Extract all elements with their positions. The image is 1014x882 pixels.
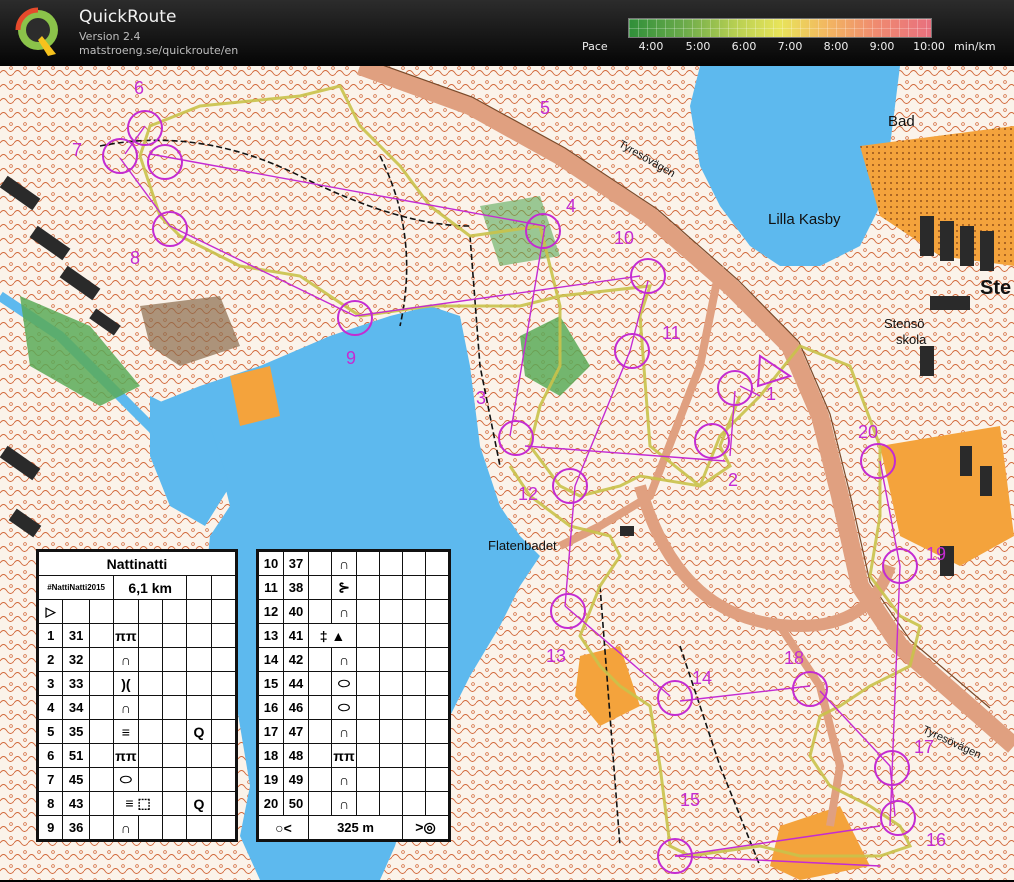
description-row: 9 36 ∩ — [37, 815, 237, 840]
svg-text:14: 14 — [692, 668, 712, 688]
description-row: 13 41 ‡ ▲ — [258, 623, 449, 648]
description-row: 6 51 ππ — [37, 743, 237, 768]
control-description-right: 10 37 ∩ 11 38 ⊱ 12 40 ∩ 13 41 ‡ ▲ 14 42 ∩ 15 44 ⬭ 16… — [256, 549, 451, 842]
start-symbol-icon: ▷ — [37, 599, 64, 624]
svg-text:9: 9 — [346, 348, 356, 368]
quickroute-logo-icon — [15, 7, 58, 56]
svg-text:3: 3 — [476, 388, 486, 408]
svg-text:2: 2 — [728, 470, 738, 490]
place-bad: Bad — [888, 113, 915, 130]
pace-tick: 4:00 — [638, 40, 664, 53]
description-row: 14 42 ∩ — [258, 647, 449, 672]
pace-tick: 7:00 — [777, 40, 803, 53]
place-lilla-kasby: Lilla Kasby — [768, 211, 841, 228]
app-name: QuickRoute — [79, 7, 177, 27]
svg-text:7: 7 — [72, 140, 82, 160]
description-row: 4 34 ∩ — [37, 695, 237, 720]
place-stenso: Stensö — [884, 316, 924, 331]
description-row: 10 37 ∩ — [258, 551, 449, 576]
description-row: 5 35 ≡ Q — [37, 719, 237, 744]
description-row: 15 44 ⬭ — [258, 671, 449, 696]
app-version: Version 2.4 — [79, 30, 141, 43]
svg-text:6: 6 — [134, 78, 144, 98]
description-row: 8 43 ≡ ⬚ Q — [37, 791, 237, 816]
finish-end-icon: >◎ — [402, 815, 449, 840]
svg-text:10: 10 — [614, 228, 634, 248]
description-row: 20 50 ∩ — [258, 791, 449, 816]
pace-tick: 6:00 — [731, 40, 757, 53]
pace-tick: 10:00 — [913, 40, 945, 53]
svg-text:5: 5 — [540, 98, 550, 118]
description-row: 12 40 ∩ — [258, 599, 449, 624]
pace-color-bar — [628, 18, 932, 38]
app-header: QuickRoute Version 2.4 matstroeng.se/qui… — [0, 0, 1014, 66]
course-length: 6,1 km — [113, 575, 188, 600]
description-row: 3 33)( — [37, 671, 237, 696]
description-row: 7 45 ⬭ — [37, 767, 237, 792]
svg-text:8: 8 — [130, 248, 140, 268]
pace-tick: 8:00 — [823, 40, 849, 53]
place-flatenbadet: Flatenbadet — [488, 538, 557, 553]
pace-tick: 9:00 — [869, 40, 895, 53]
description-row: 17 47 ∩ — [258, 719, 449, 744]
finish-start-icon: ○< — [258, 815, 309, 840]
place-skola: skola — [896, 332, 927, 347]
svg-text:11: 11 — [662, 323, 681, 343]
finish-row: ○< 325 m >◎ — [258, 815, 449, 840]
svg-text:12: 12 — [518, 484, 538, 504]
description-row: 2 32 ∩ — [37, 647, 237, 672]
pace-unit: min/km — [954, 40, 996, 53]
description-row: 1 31 ππ — [37, 623, 237, 648]
control-description-left: Nattinatti #NattiNatti2015 6,1 km ▷ 1 31 π… — [36, 549, 238, 842]
pace-tick: 5:00 — [685, 40, 711, 53]
app-url[interactable]: matstroeng.se/quickroute/en — [79, 44, 238, 57]
svg-text:19: 19 — [926, 544, 946, 564]
svg-text:15: 15 — [680, 790, 700, 810]
svg-text:13: 13 — [546, 646, 566, 666]
event-name: #NattiNatti2015 — [37, 575, 115, 600]
pace-label: Pace — [582, 40, 608, 53]
description-row: 16 46 ⬭ — [258, 695, 449, 720]
course-title: Nattinatti — [38, 551, 236, 576]
svg-text:1: 1 — [766, 384, 776, 404]
svg-text:18: 18 — [784, 648, 804, 668]
place-ste: Ste — [980, 277, 1011, 299]
svg-text:17: 17 — [914, 737, 934, 757]
svg-text:20: 20 — [858, 422, 878, 442]
description-row: 18 48 ππ — [258, 743, 449, 768]
description-row: 11 38 ⊱ — [258, 575, 449, 600]
description-row: 19 49 ∩ — [258, 767, 449, 792]
svg-text:4: 4 — [566, 196, 576, 216]
finish-distance: 325 m — [308, 815, 403, 840]
svg-text:16: 16 — [926, 830, 946, 850]
